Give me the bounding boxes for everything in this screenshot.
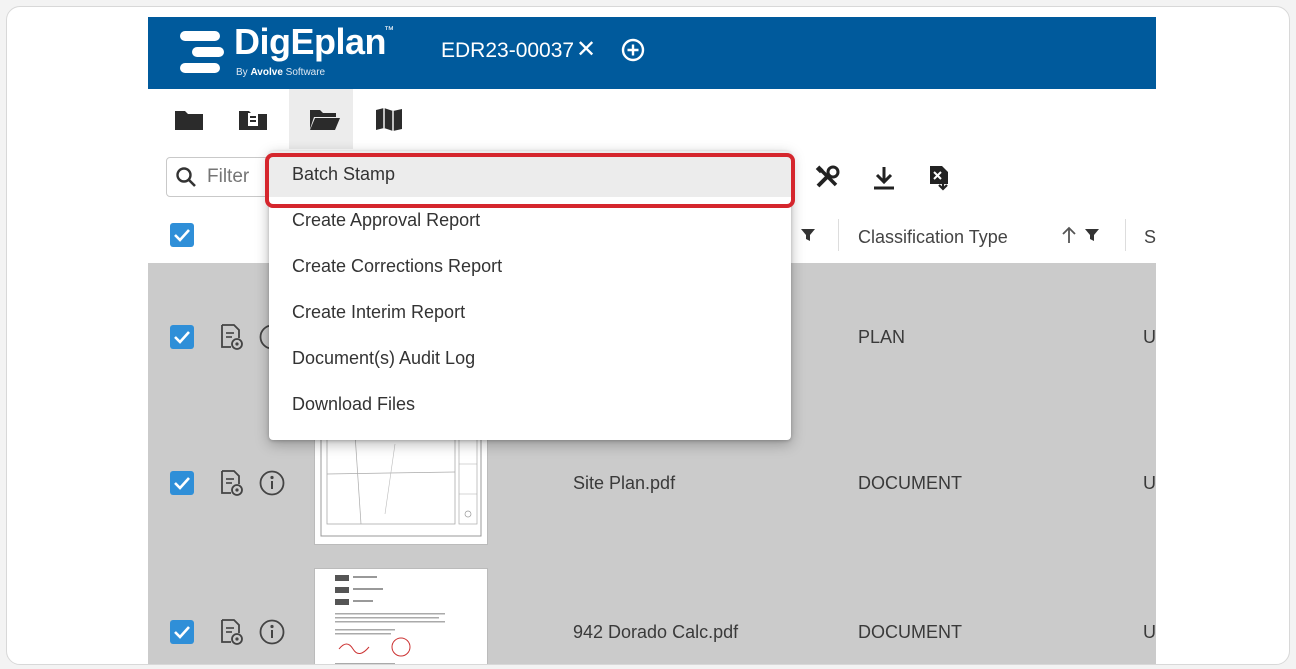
logo-mark-icon: [180, 31, 224, 73]
folder-icon: [175, 111, 203, 130]
document-settings-icon[interactable]: [220, 618, 244, 646]
tab-folder[interactable]: [154, 89, 218, 149]
download-icon[interactable]: [871, 165, 897, 191]
column-divider: [838, 219, 839, 251]
logo-trademark: ™: [384, 25, 394, 36]
column-divider: [1125, 219, 1126, 251]
status-cell: U|: [1143, 473, 1156, 493]
column-filter-icon[interactable]: [1084, 227, 1100, 243]
menu-item-create-interim-report[interactable]: Create Interim Report: [269, 289, 791, 335]
column-filter-icon[interactable]: [800, 227, 816, 243]
status-cell: U|: [1143, 327, 1156, 347]
menu-item-batch-stamp[interactable]: Batch Stamp: [269, 151, 791, 197]
column-header-status[interactable]: St: [1144, 227, 1156, 248]
checkmark-icon: [174, 229, 190, 242]
table-row[interactable]: 942 Dorado Calc.pdf DOCUMENT U|: [148, 558, 1156, 664]
screenshot-frame: DigEplan ™ By Avolve Software EDR23-0003…: [6, 6, 1290, 665]
row-checkbox[interactable]: [170, 471, 194, 495]
document-settings-icon[interactable]: [220, 323, 244, 351]
checkmark-icon: [174, 626, 190, 639]
row-checkbox[interactable]: [170, 325, 194, 349]
calc-document-thumbnail[interactable]: [314, 568, 488, 664]
row-checkbox[interactable]: [170, 620, 194, 644]
info-icon[interactable]: [258, 469, 286, 497]
status-cell: U|: [1143, 622, 1156, 642]
batch-actions-menu: Batch Stamp Create Approval Report Creat…: [269, 151, 791, 440]
menu-item-download-files[interactable]: Download Files: [269, 381, 791, 427]
tab-folder-document[interactable]: [218, 89, 282, 149]
add-circle-icon[interactable]: [618, 35, 648, 65]
info-icon[interactable]: [258, 618, 286, 646]
menu-item-create-approval-report[interactable]: Create Approval Report: [269, 197, 791, 243]
column-header-classification-type[interactable]: Classification Type: [858, 227, 1008, 248]
logo-byline: By Avolve Software: [236, 67, 326, 78]
classification-cell: PLAN: [858, 327, 906, 347]
tools-icon[interactable]: [815, 165, 841, 191]
document-settings-icon[interactable]: [220, 469, 244, 497]
checkmark-icon: [174, 477, 190, 490]
view-tab-bar: [148, 89, 1156, 149]
calc-document-page: [335, 575, 445, 664]
tab-map[interactable]: [354, 89, 418, 149]
search-icon: [176, 167, 196, 187]
folder-document-icon: [239, 111, 267, 130]
menu-item-create-corrections-report[interactable]: Create Corrections Report: [269, 243, 791, 289]
file-name-cell[interactable]: Site Plan.pdf: [573, 473, 675, 494]
logo-wordmark: DigEplan: [234, 21, 387, 62]
app-header: DigEplan ™ By Avolve Software EDR23-0003…: [148, 17, 1156, 89]
classification-cell: DOCUMENT: [858, 473, 962, 493]
tab-folder-open[interactable]: [289, 89, 353, 149]
classification-cell: DOCUMENT: [858, 622, 962, 642]
checkmark-icon: [174, 331, 190, 344]
file-name-cell[interactable]: 942 Dorado Calc.pdf: [573, 622, 738, 643]
map-icon: [376, 108, 402, 131]
sort-ascending-icon[interactable]: [1060, 226, 1078, 244]
menu-item-document-audit-log[interactable]: Document(s) Audit Log: [269, 335, 791, 381]
folder-open-icon: [310, 110, 340, 130]
select-all-checkbox[interactable]: [170, 223, 194, 247]
export-file-icon[interactable]: [926, 165, 952, 191]
case-id-tab[interactable]: EDR23-00037: [441, 39, 574, 63]
close-icon[interactable]: ✕: [576, 35, 596, 64]
